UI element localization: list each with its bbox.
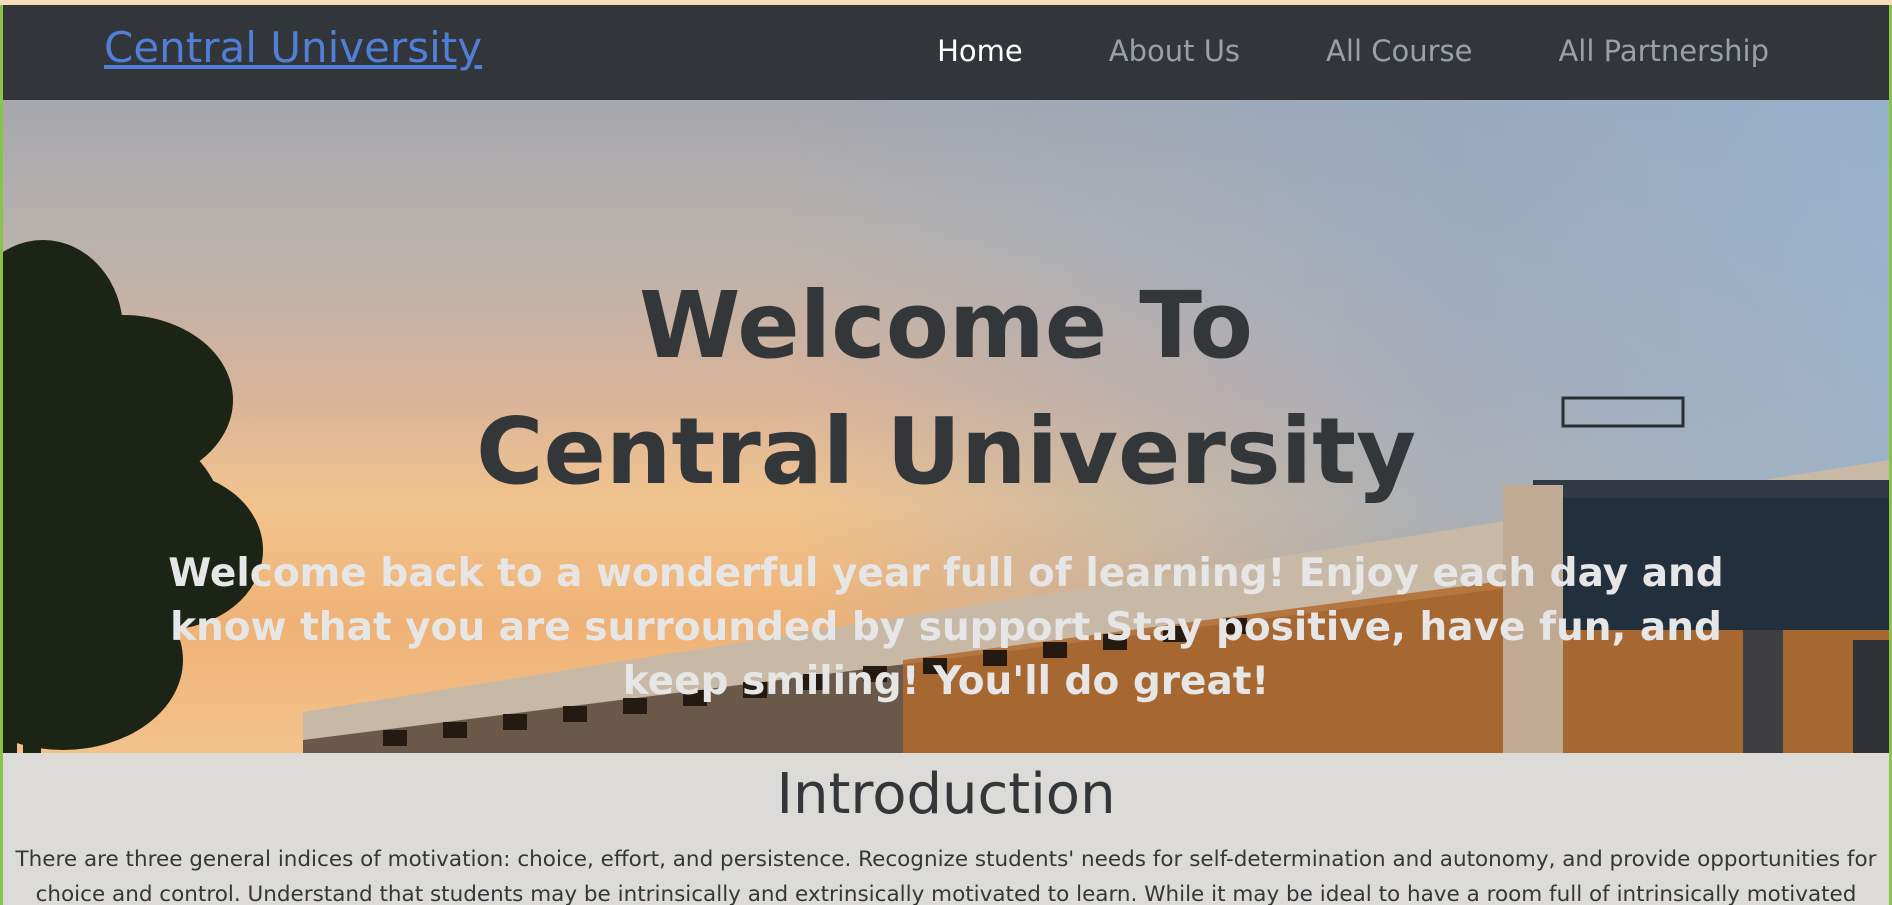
introduction-heading: Introduction [776,762,1116,827]
hero-subtitle: Welcome back to a wonderful year full of… [168,551,1724,704]
nav-menu: Home About Us All Course All Partnership [937,34,1769,68]
navbar: Central University Home About Us All Cou… [3,5,1889,100]
hero-title: Welcome To Central University [3,263,1889,515]
hero-title-line-1: Welcome To [639,272,1253,379]
nav-item-all-partnership[interactable]: All Partnership [1558,34,1769,68]
brand-link[interactable]: Central University [104,23,482,72]
introduction-text: There are three general indices of motiv… [15,847,1877,905]
page: Central University Home About Us All Cou… [0,0,1892,905]
nav-item-home[interactable]: Home [937,34,1023,68]
hero-banner: Welcome To Central University Welcome ba… [3,100,1889,753]
nav-item-about-us[interactable]: About Us [1109,34,1240,68]
nav-item-all-course[interactable]: All Course [1326,34,1472,68]
hero-title-line-2: Central University [475,398,1417,505]
